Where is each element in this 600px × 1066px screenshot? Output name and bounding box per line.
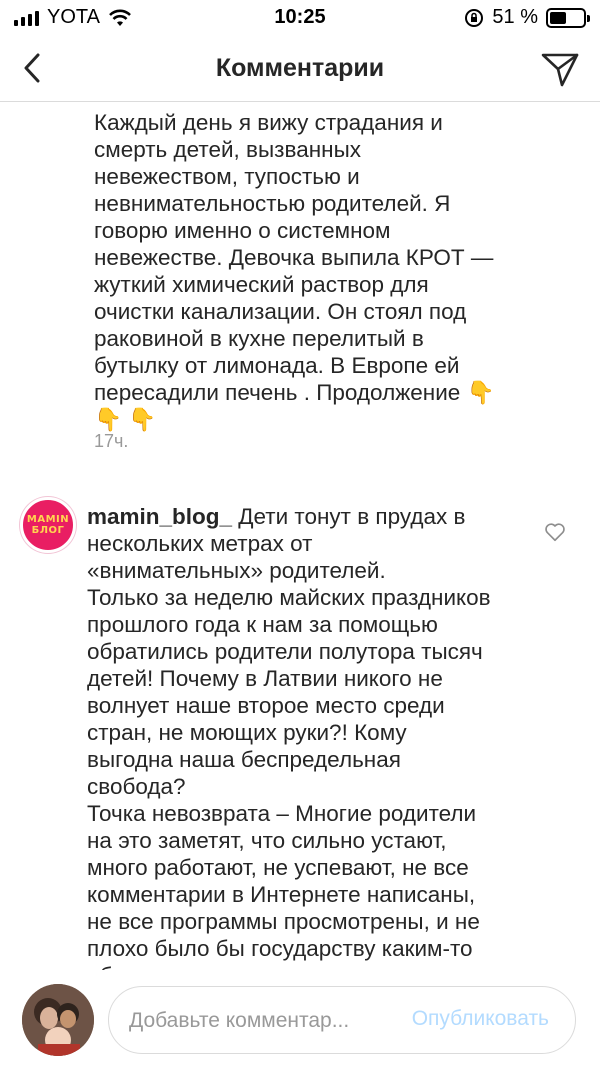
comment-text: Дети тонут в прудах в нескольких метрах … <box>87 504 491 970</box>
header: Комментарии <box>0 36 600 102</box>
comment-composer: Опубликовать <box>0 970 600 1066</box>
battery-percent: 51 % <box>492 6 538 28</box>
comment-text: Каждый день я вижу страдания и смерть де… <box>94 110 495 432</box>
battery-tip <box>587 14 590 22</box>
publish-button[interactable]: Опубликовать <box>412 1007 549 1031</box>
avatar-text: MAMIN <box>26 514 70 525</box>
comment-input[interactable] <box>129 1005 379 1037</box>
comment-body: mamin_blog_ Дети тонут в прудах в нескол… <box>87 503 522 970</box>
battery-icon <box>546 7 590 28</box>
heart-icon[interactable] <box>544 521 566 543</box>
comment-username[interactable]: mamin_blog_ <box>87 504 232 529</box>
direct-send-icon <box>541 53 579 87</box>
comments-list[interactable]: Каждый день я вижу страдания и смерть де… <box>0 103 600 970</box>
comment-time: 17ч. <box>94 431 129 451</box>
comment-input-wrapper: Опубликовать <box>108 986 576 1054</box>
user-photo <box>22 984 94 1056</box>
status-right: 51 % <box>464 6 590 29</box>
page-title: Комментарии <box>215 54 385 82</box>
rotation-lock-icon <box>465 8 484 27</box>
avatar <box>22 984 94 1056</box>
direct-send-button[interactable] <box>540 49 580 89</box>
status-bar: YOTA 10:25 51 % <box>0 0 600 36</box>
avatar[interactable]: MAMIN БЛОГ <box>20 497 76 553</box>
battery-level <box>550 11 566 24</box>
avatar-text: БЛОГ <box>31 525 65 536</box>
